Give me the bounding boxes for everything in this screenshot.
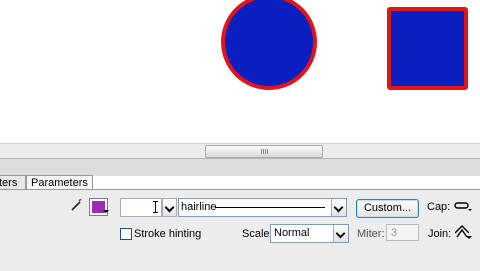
- swatch-dropdown-icon: [103, 210, 109, 213]
- stroke-style-preview-line: [215, 207, 325, 208]
- scale-select[interactable]: Normal: [270, 224, 349, 243]
- chevron-down-icon: [164, 202, 175, 213]
- panel-separator: [0, 158, 480, 176]
- join-label: Join:: [428, 228, 452, 240]
- pencil-icon: [71, 199, 82, 211]
- tab-parameters[interactable]: Parameters: [26, 175, 93, 190]
- circle-shape[interactable]: [221, 0, 317, 90]
- miter-input[interactable]: 3: [386, 224, 419, 241]
- chevron-down-icon: [335, 228, 346, 239]
- stroke-height-dropdown-button[interactable]: [162, 198, 177, 217]
- stroke-color-swatch[interactable]: [89, 198, 108, 216]
- stage-canvas[interactable]: [0, 0, 480, 145]
- scale-label: Scale:: [242, 228, 273, 240]
- chevron-down-icon: [333, 202, 344, 213]
- stroke-hinting-label: Stroke hinting: [134, 228, 202, 240]
- scrollbar-thumb[interactable]: [205, 145, 323, 158]
- cap-label: Cap:: [427, 201, 451, 213]
- scale-dropdown-button[interactable]: [333, 225, 348, 242]
- tab-properties[interactable]: ters: [0, 175, 26, 190]
- cap-style-icon[interactable]: [454, 201, 472, 211]
- stroke-style-label: hairline: [181, 201, 217, 213]
- horizontal-scrollbar[interactable]: [0, 143, 480, 158]
- join-dropdown-icon: [466, 236, 472, 239]
- scale-value: Normal: [274, 227, 310, 239]
- grip-icon: [261, 149, 269, 154]
- stroke-style-dropdown-button[interactable]: [331, 199, 346, 216]
- custom-button[interactable]: Custom...: [356, 199, 419, 218]
- rectangle-shape[interactable]: [387, 7, 468, 90]
- stroke-hinting-checkbox[interactable]: [120, 228, 132, 240]
- stroke-style-select[interactable]: hairline: [178, 198, 347, 217]
- text-cursor-icon: [153, 201, 158, 213]
- miter-label: Miter:: [357, 228, 385, 240]
